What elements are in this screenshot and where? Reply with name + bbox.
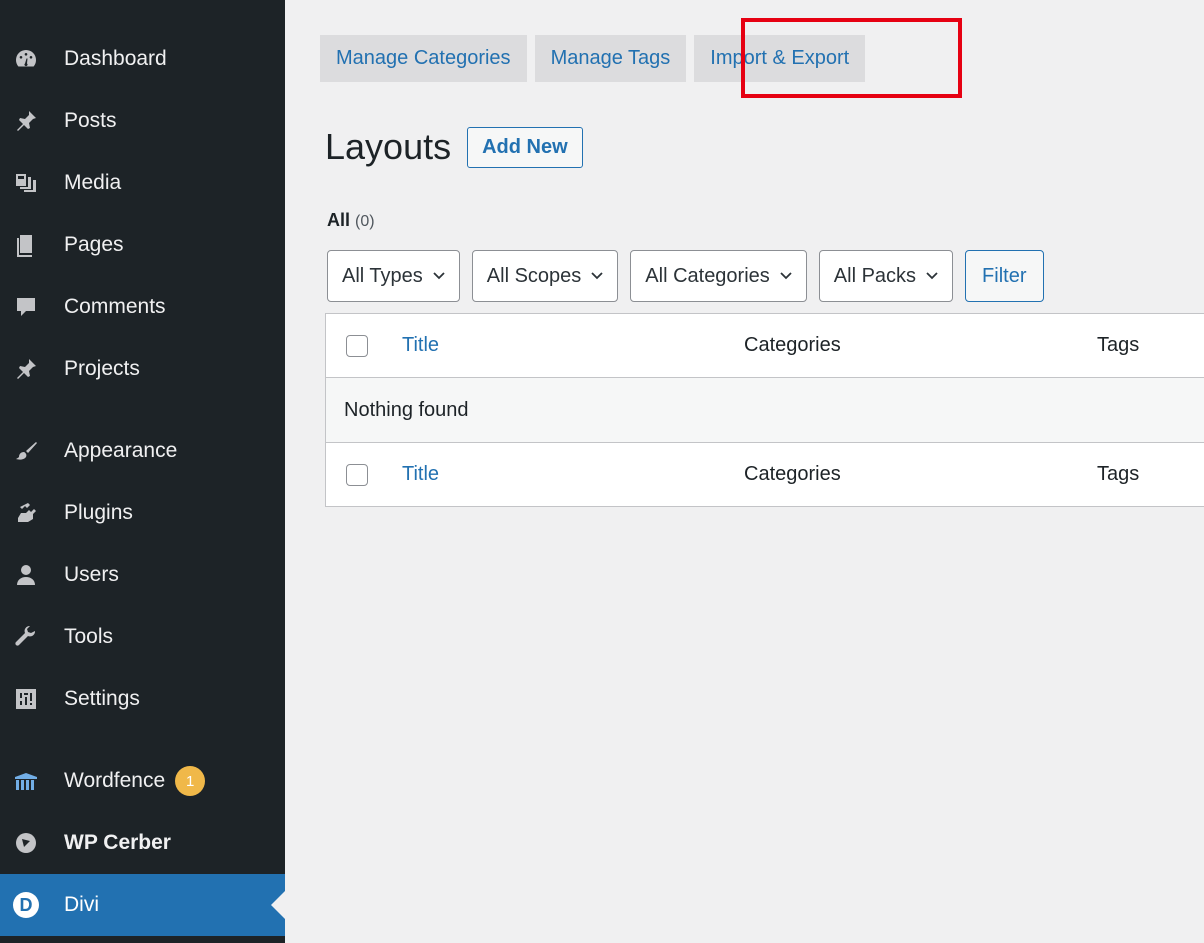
view-all-count: (0) [355,213,375,230]
sidebar-item-appearance[interactable]: Appearance [0,420,285,482]
column-header-tags: Tags [1097,334,1140,356]
sidebar-item-label: Wordfence [64,769,166,792]
tab-manage-categories[interactable]: Manage Categories [320,35,527,82]
column-header-categories: Categories [744,334,841,356]
sidebar-item-plugins[interactable]: Plugins [0,482,285,544]
column-header-title[interactable]: Title [402,334,744,357]
table-header-row: Title Categories Tags [326,314,1204,378]
sidebar-item-label: Plugins [64,501,133,524]
sidebar-item-label: Settings [64,687,140,710]
main-content: Manage Categories Manage Tags Import & E… [285,0,1204,943]
sidebar-item-label: WP Cerber [64,831,171,854]
column-footer-categories: Categories [744,463,841,485]
users-icon [12,561,40,589]
pages-icon [12,231,40,259]
chevron-down-icon [433,272,445,280]
column-footer-title[interactable]: Title [402,463,744,486]
sidebar-item-projects[interactable]: Projects [0,338,285,400]
scopes-select[interactable]: All Scopes [471,250,619,302]
sidebar-item-label: Divi [64,893,99,916]
brush-icon [12,437,40,465]
notification-badge: 1 [175,766,206,796]
wordfence-icon [12,767,40,795]
cerber-icon [12,829,40,857]
empty-row: Nothing found [326,378,1204,442]
sidebar-item-pages[interactable]: Pages [0,214,285,276]
categories-select-value: All Categories [645,264,770,287]
sidebar-item-label: Appearance [64,439,178,462]
packs-select-value: All Packs [833,264,917,287]
comment-icon [12,293,40,321]
sidebar-item-wp-cerber[interactable]: WP Cerber [0,812,285,874]
chevron-down-icon [926,272,938,280]
filter-button[interactable]: Filter [965,250,1044,302]
pin-icon [12,107,40,135]
sidebar-item-label: Projects [64,357,140,380]
sidebar-item-label: Users [64,563,119,586]
categories-select[interactable]: All Categories [630,250,807,302]
packs-select[interactable]: All Packs [818,250,954,302]
highlight-annotation [741,18,962,98]
sidebar-item-settings[interactable]: Settings [0,668,285,730]
types-select[interactable]: All Types [327,250,460,302]
sidebar-item-comments[interactable]: Comments [0,276,285,338]
plugin-icon [12,499,40,527]
sidebar-item-divi[interactable]: D Divi [0,874,285,936]
tab-manage-tags[interactable]: Manage Tags [534,35,687,82]
sidebar-item-label: Tools [64,625,114,648]
column-footer-tags: Tags [1097,463,1140,485]
divi-logo: D [13,892,39,918]
sidebar-item-label: Comments [64,295,166,318]
sidebar-item-tools[interactable]: Tools [0,606,285,668]
select-all-checkbox[interactable] [346,334,368,357]
sidebar-item-dashboard[interactable]: Dashboard [0,28,285,90]
empty-message: Nothing found [344,398,469,421]
settings-icon [12,685,40,713]
table-footer-row: Title Categories Tags [326,442,1204,506]
admin-sidebar: Dashboard Posts Media Pages Comments Pro… [0,0,285,943]
chevron-down-icon [780,272,792,280]
pin-icon [12,355,40,383]
scopes-select-value: All Scopes [486,264,582,287]
chevron-down-icon [591,272,603,280]
dashboard-icon [12,45,40,73]
types-select-value: All Types [342,264,423,287]
view-filter-all[interactable]: All (0) [327,210,375,231]
sidebar-item-wordfence[interactable]: Wordfence 1 [0,750,285,812]
page-header: Layouts Add New [325,126,583,168]
media-icon [12,169,40,197]
view-all-label: All [327,210,351,230]
sidebar-item-label: Pages [64,233,124,256]
sidebar-item-label: Posts [64,109,117,132]
sidebar-item-media[interactable]: Media [0,152,285,214]
sidebar-item-posts[interactable]: Posts [0,90,285,152]
select-all-checkbox-footer[interactable] [346,463,368,486]
page-title: Layouts [325,126,452,167]
filter-bar: All Types All Scopes All Categories All … [327,250,1044,302]
add-new-button[interactable]: Add New [467,126,583,168]
wrench-icon [12,623,40,651]
sidebar-item-label: Media [64,171,122,194]
sidebar-item-users[interactable]: Users [0,544,285,606]
sidebar-item-label: Dashboard [64,47,167,70]
layouts-table: Title Categories Tags Nothing found Titl… [325,313,1204,507]
divi-icon: D [12,891,40,919]
